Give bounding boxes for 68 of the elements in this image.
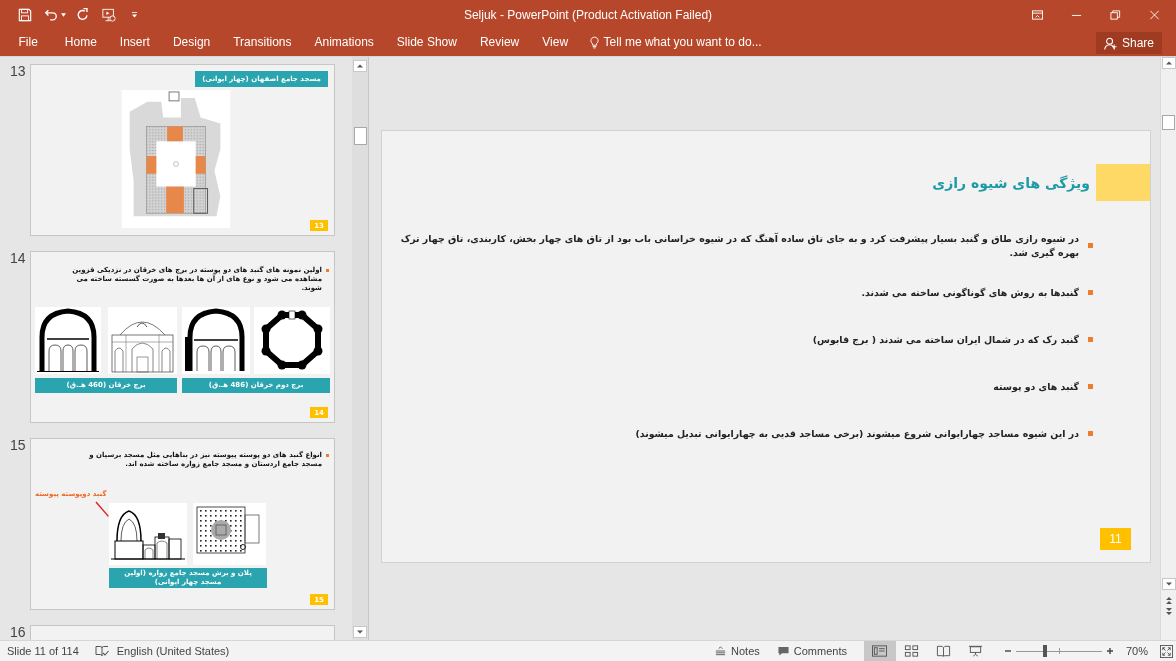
notes-button[interactable]: Notes <box>706 641 769 661</box>
slide-counter: Slide 11 of 114 <box>7 645 79 657</box>
slide-number: 14 <box>9 251 27 265</box>
tower-section-drawing <box>35 307 101 374</box>
projector-screen-icon <box>968 645 984 657</box>
window-title: Seljuk - PowerPoint (Product Activation Failed) <box>463 8 713 22</box>
tower-section-drawing <box>182 307 250 374</box>
scroll-up-icon[interactable] <box>1161 57 1176 69</box>
bullet-text: در شیوه رازی طاق و گنبد بسیار پیشرفت کرد و به جای تاق ساده آهنگ که در شیوه خراسانی باب بود از تاق های چهار بخش، کاربندی، تاق چهار ترک بهره گیری شد. <box>399 231 1079 260</box>
bullet-text: گنبدها به روش های گوناگونی ساخته می شدند. <box>861 285 1079 300</box>
ribbon-tab[interactable]: Slide Show <box>385 35 469 50</box>
leader-line <box>95 501 109 517</box>
bullet-icon <box>326 269 329 272</box>
bullet-icon <box>326 454 329 457</box>
restore-icon[interactable] <box>1110 10 1121 20</box>
normal-view-button[interactable] <box>863 641 896 661</box>
slide-title: ویژگی های شیوه رازی <box>932 174 1090 191</box>
bullet-icon <box>1088 384 1093 389</box>
ribbon-tab[interactable]: Transitions <box>221 35 303 50</box>
ribbon-tab[interactable]: Insert <box>108 35 162 50</box>
tower-elevation-drawing <box>108 307 177 374</box>
ribbon-tab[interactable]: File <box>7 35 50 50</box>
presentation-play-icon[interactable] <box>102 8 116 22</box>
normal-view-icon <box>872 645 888 657</box>
ribbon-tab[interactable]: Animations <box>303 35 386 50</box>
slide-sorter-icon <box>904 645 920 657</box>
share-button[interactable]: Share <box>1095 32 1162 54</box>
ribbon-tab[interactable]: Review <box>468 35 531 50</box>
title-accent-bar <box>1096 164 1150 201</box>
zoom-level[interactable]: 70% <box>1125 645 1148 657</box>
bullet-icon <box>1088 290 1093 295</box>
bullet-text: گنبد های دو پوسته <box>993 379 1079 394</box>
lightbulb-icon <box>589 36 599 49</box>
page-number-badge: 11 <box>1100 528 1131 550</box>
slide-number: 13 <box>9 64 27 78</box>
zoom-in-icon[interactable] <box>1105 647 1114 655</box>
comments-button[interactable]: Comments <box>768 641 856 661</box>
notes-icon <box>715 646 727 656</box>
ribbon-display-options-icon[interactable] <box>1032 10 1043 20</box>
bullet-text: گنبد رک که در شمال ایران ساخته می شدند ( برج قابوس) <box>812 332 1079 347</box>
slide-number: 15 <box>9 438 27 452</box>
scroll-down-icon[interactable] <box>353 626 367 638</box>
fit-to-window-icon[interactable] <box>1160 644 1173 658</box>
ribbon-tab[interactable]: Home <box>53 35 109 50</box>
tell-me-search[interactable]: Tell me what you want to do... <box>589 35 762 49</box>
save-icon[interactable] <box>18 8 32 22</box>
bullet-icon <box>1088 431 1093 436</box>
redo-icon[interactable] <box>76 8 90 22</box>
spell-check-icon[interactable] <box>94 645 109 657</box>
scrollbar-thumb[interactable] <box>353 127 367 145</box>
customize-toolbar-icon[interactable] <box>131 12 138 18</box>
bullet-text: در این شیوه مساجد چهارایوانی شروع میشوند (برخی مساجد قدیی به چهارایوانی تبدیل میشوند) <box>635 426 1079 441</box>
language-label[interactable]: English (United States) <box>116 645 230 657</box>
ribbon-tab[interactable]: Design <box>161 35 222 50</box>
bullet-icon <box>1088 337 1093 342</box>
slide-number: 16 <box>9 625 27 639</box>
comment-icon <box>777 646 789 656</box>
scroll-down-icon[interactable] <box>1161 578 1176 590</box>
bullet-icon <box>1088 243 1093 248</box>
person-icon <box>1103 36 1117 50</box>
caret-icon[interactable] <box>61 13 66 17</box>
zoom-slider-thumb[interactable] <box>1043 645 1048 657</box>
undo-icon[interactable] <box>44 8 58 22</box>
scrollbar-thumb[interactable] <box>1162 115 1175 130</box>
ribbon-tab[interactable]: View <box>530 35 580 50</box>
scroll-up-icon[interactable] <box>353 60 367 72</box>
zoom-out-icon[interactable] <box>1003 647 1012 655</box>
open-book-icon <box>936 645 952 657</box>
